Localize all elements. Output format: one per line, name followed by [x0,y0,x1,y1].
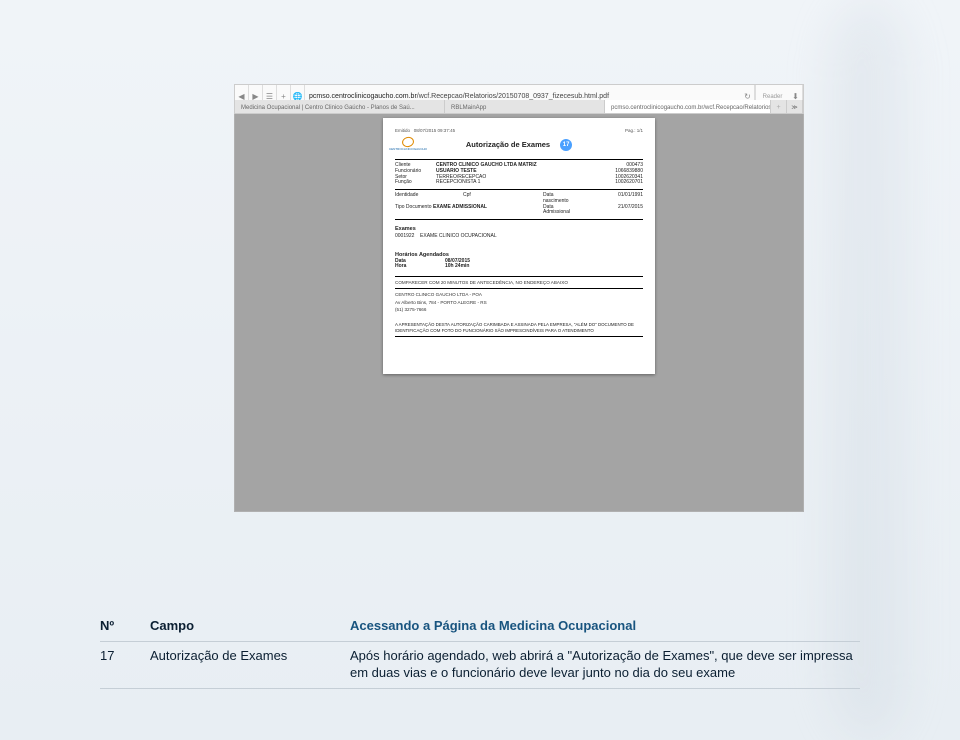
hora-label: Hora [395,264,445,270]
tab-1-label: Medicina Ocupacional | Centro Clinico Ga… [241,105,415,111]
emitido-label: Emitido [395,128,410,133]
tab-3-label: pcmso.centroclinicogaucho.com.br/wcf.Rec… [611,105,771,111]
url-path: /wcf.Recepcao/Relatorios/20150708_0937_f… [417,93,609,100]
step-callout-17: 17 [560,139,572,151]
endereco-text: Av Alberto Bins, 784 - PORTO ALEGRE - RS [395,300,643,305]
tab-bar: Medicina Ocupacional | Centro Clinico Ga… [234,100,804,114]
unidade-text: CENTRO CLINICO GAUCHO LTDA - POA [395,292,643,297]
plus-icon: + [776,104,780,111]
funcao-value: RECEPCIONISTA 1 [436,180,559,186]
row-desc: Após horário agendado, web abrirá a "Aut… [350,648,860,682]
funcao-label: Função [395,180,433,186]
pdf-page: Emitido 08/07/2015 09:37:45 Pag.: 1/1 CE… [383,118,655,374]
tab-overflow[interactable]: ≫ [787,100,803,113]
hora-value: 10h 24min [445,264,643,270]
emitido-value: 08/07/2015 09:37:45 [414,128,455,133]
tab-2[interactable]: RBLMainApp [445,100,605,113]
exames-header: Exames [395,226,643,232]
hdr-no: Nº [100,618,150,635]
rodape-text: A APRESENTAÇÃO DESTA AUTORIZAÇÃO CARIMBA… [395,322,643,333]
fone-text: (51) 3275-7666 [395,307,643,312]
overflow-icon: ≫ [791,104,797,111]
hdr-desc: Acessando a Página da Medicina Ocupacion… [350,618,860,635]
row-no: 17 [100,648,150,682]
pdf-viewer: Emitido 08/07/2015 09:37:45 Pag.: 1/1 CE… [234,114,804,512]
logo-text: CENTROCLINICOGAUCHO [389,148,427,151]
admissional-label: Data Admissional [543,205,579,217]
nascimento-value: 01/01/1991 [579,193,643,205]
admissional-value: 21/07/2015 [579,205,643,217]
comparecer-text: COMPARECER COM 20 MINUTOS DE ANTECEDÊNCI… [395,280,643,285]
funcao-code: 1002620701 [605,180,643,186]
nascimento-label: Data nascimento [543,193,579,205]
tab-new[interactable]: + [771,100,787,113]
exame-code: 0001922 [395,233,414,239]
hdr-campo: Campo [150,618,350,635]
url-domain: pcmso.centroclinicogaucho.com.br [309,93,417,100]
row-campo: Autorização de Exames [150,648,350,682]
tab-3-active[interactable]: pcmso.centroclinicogaucho.com.br/wcf.Rec… [605,100,771,113]
tab-1[interactable]: Medicina Ocupacional | Centro Clinico Ga… [235,100,445,113]
identidade-label: Identidade [395,193,433,205]
tipodoc-value: EXAME ADMISSIONAL [433,205,499,217]
cpf-label: Cpf [463,193,499,205]
instruction-row: 17 Autorização de Exames Após horário ag… [100,644,860,686]
doc-title: Autorização de Exames [466,141,550,150]
company-logo: CENTROCLINICOGAUCHO [395,137,421,157]
exame-nome: EXAME CLINICO OCUPACIONAL [420,233,497,239]
tab-2-label: RBLMainApp [451,105,486,111]
instruction-header-row: Nº Campo Acessando a Página da Medicina … [100,614,860,639]
tipodoc-label: Tipo Documento [395,205,433,217]
instruction-table: Nº Campo Acessando a Página da Medicina … [100,614,860,691]
pagina-label: Pag.: 1/1 [625,128,643,133]
